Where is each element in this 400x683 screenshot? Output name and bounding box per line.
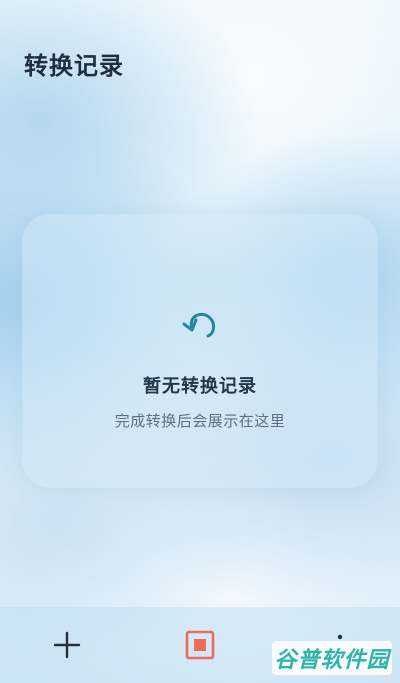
record-icon [185,630,215,660]
plus-icon [53,631,81,659]
watermark-logo: 谷普软件园 [272,641,392,675]
add-button[interactable] [45,621,89,669]
watermark-text: 谷普软件园 [274,648,390,673]
record-tab-button[interactable] [178,621,222,669]
empty-state-title: 暂无转换记录 [143,376,257,397]
empty-state-card [22,214,378,488]
undo-arrow-icon [182,312,216,338]
empty-state-subtitle: 完成转换后会展示在这里 [114,412,286,430]
page-title: 转换记录 [24,52,124,80]
